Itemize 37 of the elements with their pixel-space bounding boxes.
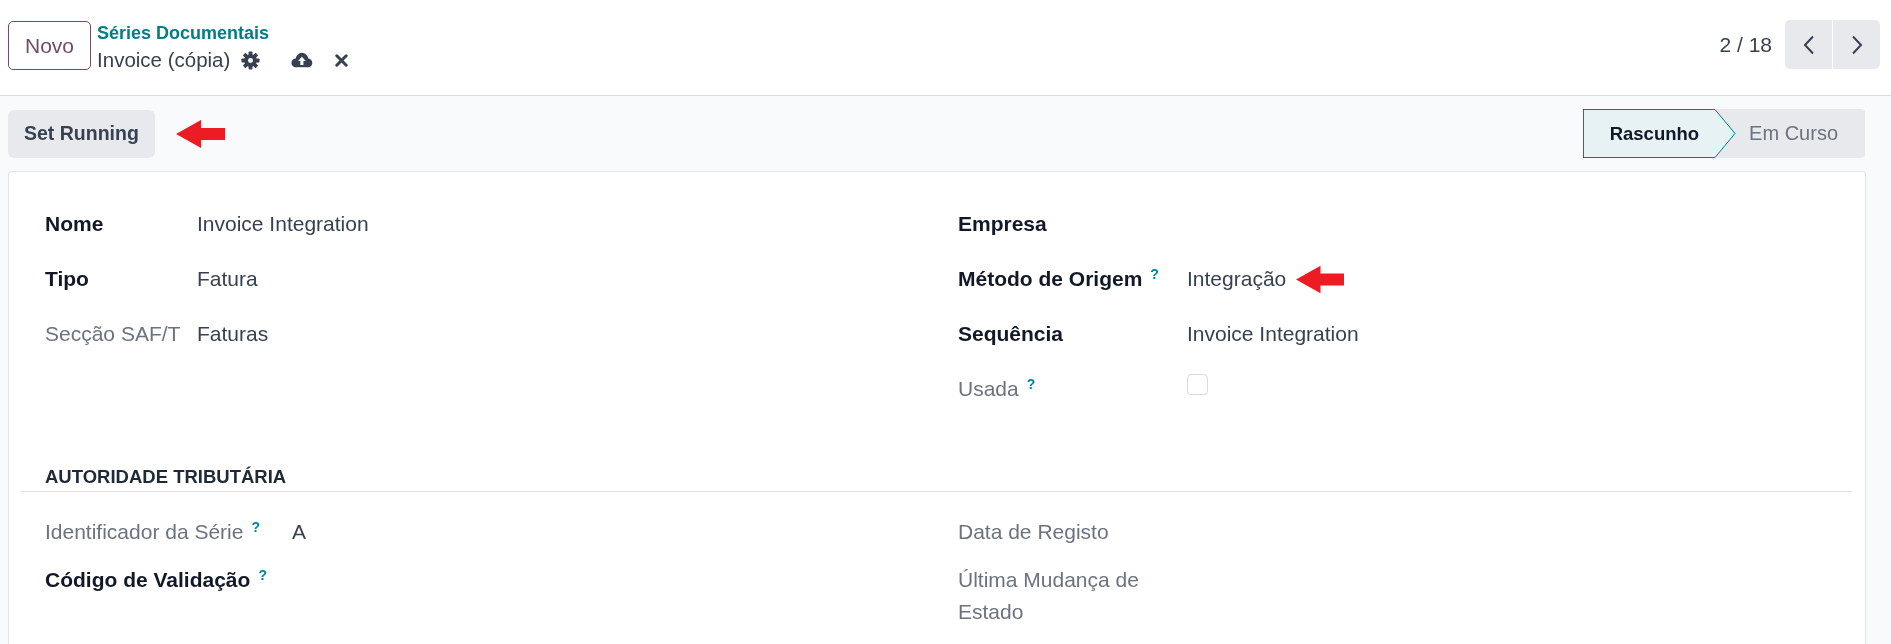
field-label: Data de Registo — [958, 519, 1109, 545]
checkbox[interactable] — [1187, 374, 1208, 395]
action-button[interactable]: Set Running — [8, 109, 155, 158]
section-title: AUTORIDADE TRIBUTÁRIA — [45, 466, 287, 487]
field-label: Secção SAF/T — [45, 321, 181, 347]
help-question-mark: ? — [1026, 377, 1036, 391]
help-question-mark: ? — [251, 520, 261, 534]
cloud-upload-icon[interactable] — [290, 51, 314, 69]
pager-counter: 2 / 18 — [1719, 32, 1772, 57]
field-label: Método de Origem — [958, 266, 1143, 292]
gear-icon[interactable] — [241, 50, 261, 70]
field-label: Identificador da Série — [45, 519, 244, 545]
field-value: Invoice Integration — [1187, 321, 1359, 347]
help-question-mark: ? — [1150, 267, 1159, 281]
help-question-mark: ? — [258, 568, 267, 582]
status-stage[interactable]: Rascunho — [1582, 109, 1737, 158]
breadcrumb-link[interactable]: Séries Documentais — [97, 21, 270, 45]
field-label: Tipo — [45, 266, 89, 292]
next-button[interactable] — [1833, 20, 1880, 69]
status-stage[interactable]: Em Curso — [1736, 109, 1865, 158]
close-icon[interactable] — [335, 53, 349, 67]
field-label: Usada — [958, 376, 1019, 402]
chevron-right-icon — [1850, 34, 1863, 55]
field-label: Empresa — [958, 211, 1047, 237]
field-label: Sequência — [958, 321, 1064, 347]
field-label: Última Mudança de Estado — [958, 567, 1140, 625]
chevron-left-icon — [1802, 34, 1815, 55]
record-title: Invoice (cópia) — [97, 48, 231, 72]
new-button[interactable]: Novo — [8, 21, 92, 70]
previous-button[interactable] — [1785, 20, 1832, 69]
field-label: Nome — [45, 211, 104, 237]
field-value: A — [292, 519, 306, 545]
field-value: Fatura — [197, 266, 258, 292]
field-label: Código de Validação — [45, 567, 251, 593]
field-value: Integração — [1187, 266, 1287, 292]
field-value: Invoice Integration — [197, 211, 369, 237]
field-value: Faturas — [197, 321, 269, 347]
